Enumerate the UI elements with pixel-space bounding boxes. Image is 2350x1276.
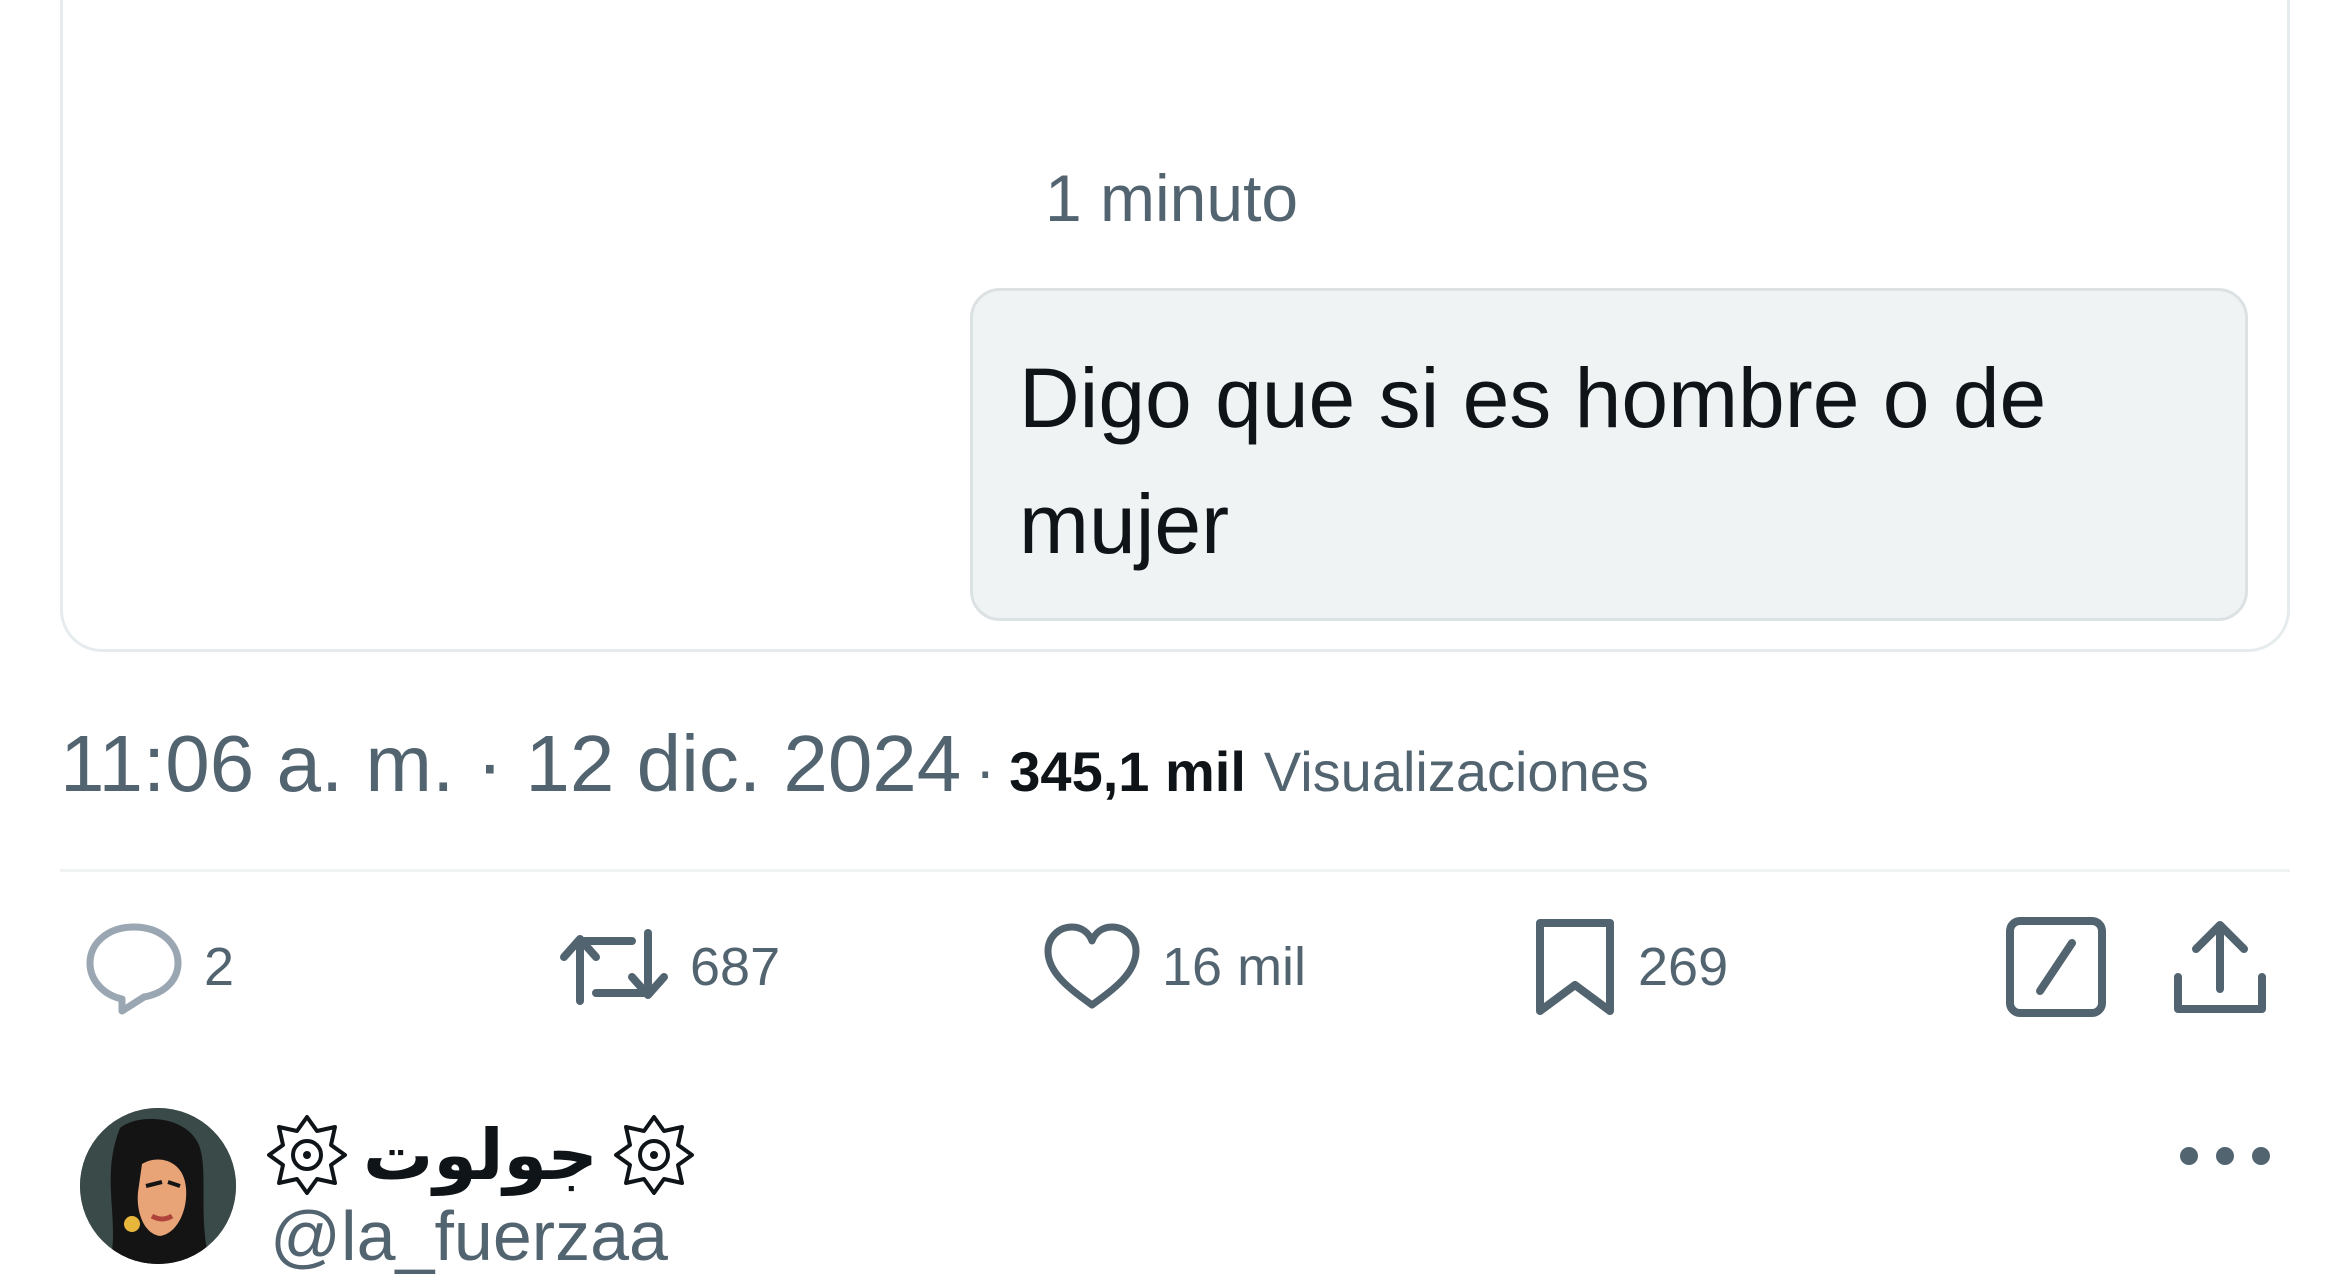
more-icon xyxy=(2180,1147,2198,1165)
grok-icon xyxy=(2004,915,2108,1019)
gear-badge-icon xyxy=(612,1113,696,1197)
gear-badge-icon xyxy=(265,1113,349,1197)
grok-button[interactable] xyxy=(2004,912,2108,1022)
meta-separator: · xyxy=(975,737,996,804)
reply-name-row[interactable]: جولوت xyxy=(265,1110,696,1200)
divider xyxy=(60,869,2290,872)
bookmark-icon xyxy=(1530,915,1620,1019)
share-button[interactable] xyxy=(2168,912,2272,1022)
reply-count: 2 xyxy=(204,937,235,997)
reply-avatar[interactable] xyxy=(80,1108,236,1264)
views-count[interactable]: 345,1 mil xyxy=(1009,739,1246,804)
repost-count: 687 xyxy=(690,937,781,997)
repost-button[interactable]: 687 xyxy=(556,912,780,1022)
like-button[interactable]: 16 mil xyxy=(1040,912,1306,1022)
reply-button[interactable]: 2 xyxy=(82,912,234,1022)
bookmark-count: 269 xyxy=(1638,937,1729,997)
reply-display-name: جولوت xyxy=(363,1114,598,1196)
reply-handle[interactable]: @la_fuerzaa xyxy=(270,1196,668,1276)
like-count: 16 mil xyxy=(1162,937,1307,997)
bookmark-button[interactable]: 269 xyxy=(1530,912,1728,1022)
reply-icon xyxy=(82,919,186,1015)
message-timestamp: 1 minuto xyxy=(1045,161,1299,235)
like-icon xyxy=(1040,919,1144,1015)
more-options-button[interactable] xyxy=(2180,1128,2270,1184)
post-time: 11:06 a. m. · 12 dic. 2024 xyxy=(60,719,962,808)
post-meta: 11:06 a. m. · 12 dic. 2024 · 345,1 mil V… xyxy=(60,718,1649,808)
repost-icon xyxy=(556,919,672,1015)
share-icon xyxy=(2168,915,2272,1019)
message-bubble: Digo que si es hombre o de mujer xyxy=(970,288,2248,621)
views-label[interactable]: Visualizaciones xyxy=(1264,739,1649,804)
